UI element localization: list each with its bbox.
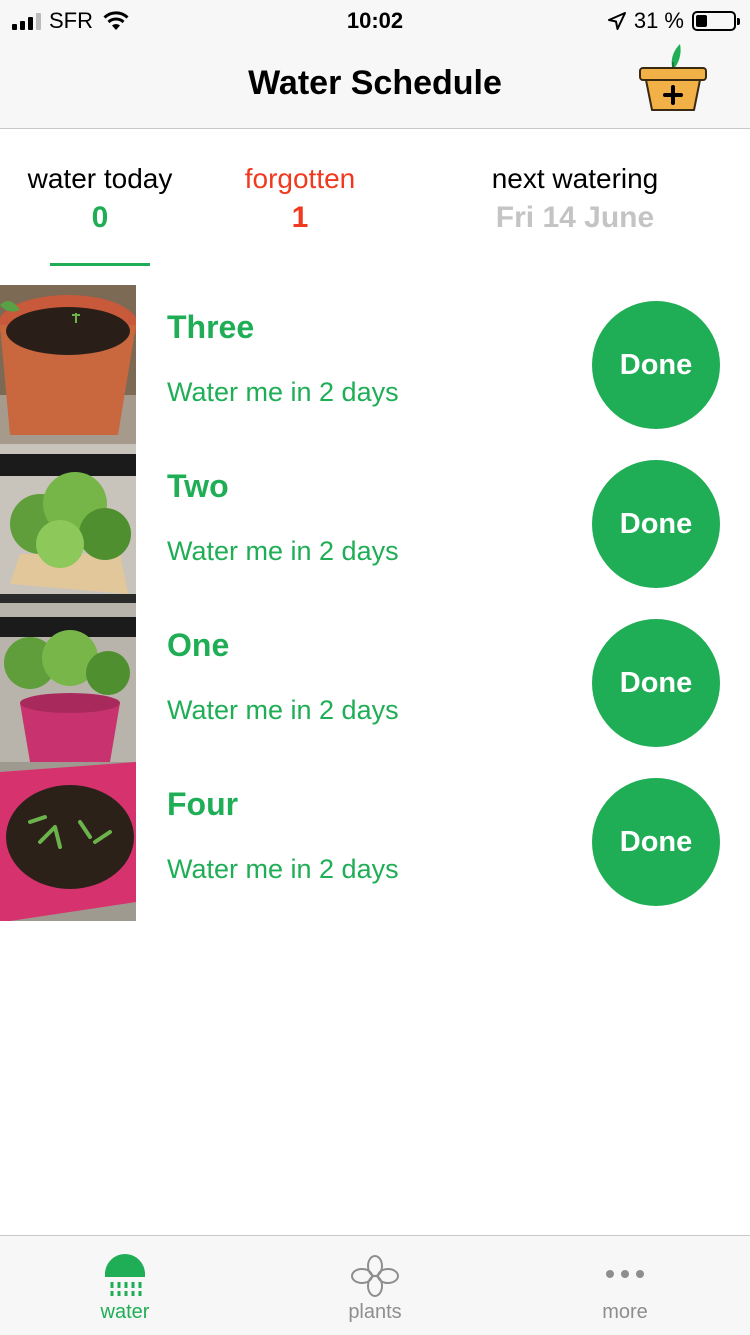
plant-watering-status: Water me in 2 days — [167, 377, 399, 407]
tab-more[interactable]: more — [500, 1236, 750, 1335]
status-bar: SFR 10:02 31 % — [0, 0, 750, 40]
plant-name: Four — [167, 786, 239, 822]
water-today-label: water today — [27, 163, 173, 194]
done-button[interactable]: Done — [592, 778, 720, 906]
list-item[interactable]: Three Water me in 2 days Done — [0, 285, 750, 444]
watering-can-icon — [105, 1254, 145, 1296]
list-item[interactable]: One Water me in 2 days Done — [0, 603, 750, 762]
status-right: 31 % — [607, 6, 740, 36]
plant-name: Three — [167, 309, 255, 345]
plant-photo-one — [0, 603, 136, 762]
plant-watering-status: Water me in 2 days — [167, 695, 399, 725]
plant-name: One — [167, 627, 230, 663]
tab-water-today[interactable]: water today 0 — [0, 163, 200, 235]
battery-percent: 31 % — [633, 8, 684, 33]
tab-water[interactable]: water — [0, 1236, 250, 1335]
forgotten-label: forgotten — [244, 163, 356, 194]
tab-label-water: water — [100, 1301, 150, 1323]
selected-tab-indicator — [50, 263, 150, 266]
flower-icon — [351, 1255, 399, 1297]
plant-pot-plus-icon[interactable] — [636, 40, 710, 114]
water-today-count: 0 — [91, 201, 109, 234]
plant-photo-four — [0, 762, 136, 921]
done-button[interactable]: Done — [592, 460, 720, 588]
next-watering-date: Fri 14 June — [495, 201, 655, 234]
forgotten-count: 1 — [291, 201, 309, 234]
plant-name: Two — [167, 468, 229, 504]
tab-plants[interactable]: plants — [250, 1236, 500, 1335]
battery-level — [696, 15, 707, 27]
tab-label-more: more — [602, 1301, 648, 1323]
location-arrow-icon — [607, 12, 626, 30]
plant-watering-status: Water me in 2 days — [167, 854, 399, 884]
more-dots-icon — [606, 1270, 644, 1278]
next-watering-label: next watering — [491, 163, 659, 194]
done-button[interactable]: Done — [592, 301, 720, 429]
battery-icon — [692, 11, 740, 31]
tab-bar: water plants more — [0, 1235, 750, 1335]
done-button[interactable]: Done — [592, 619, 720, 747]
tab-label-plants: plants — [348, 1301, 402, 1323]
plant-photo-three — [0, 285, 136, 444]
plant-watering-status: Water me in 2 days — [167, 536, 399, 566]
list-item[interactable]: Four Water me in 2 days Done — [0, 762, 750, 921]
watering-summary: water today 0 forgotten 1 next watering … — [0, 129, 750, 269]
plant-photo-two — [0, 444, 136, 603]
tab-next-watering[interactable]: next watering Fri 14 June — [400, 163, 750, 235]
list-item[interactable]: Two Water me in 2 days Done — [0, 444, 750, 603]
tab-forgotten[interactable]: forgotten 1 — [200, 163, 400, 235]
navigation-bar: Water Schedule — [0, 40, 750, 129]
